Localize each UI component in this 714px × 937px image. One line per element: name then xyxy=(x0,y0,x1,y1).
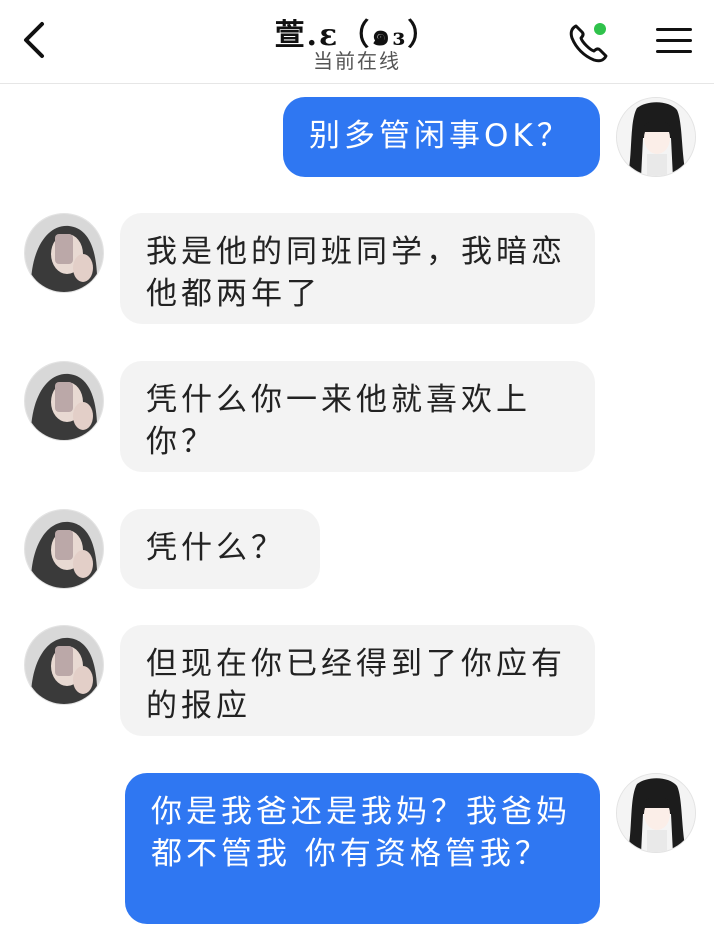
girl-photo-avatar-icon xyxy=(25,214,103,292)
message-text: 我是他的同班同学，我暗恋他都两年了 xyxy=(146,234,566,312)
online-indicator-icon xyxy=(594,23,606,35)
girl-photo-avatar-icon xyxy=(25,626,103,704)
message-text: 凭什么？ xyxy=(146,530,286,566)
contact-avatar[interactable] xyxy=(24,509,104,589)
message-bubble-incoming[interactable]: 我是他的同班同学，我暗恋他都两年了 xyxy=(120,213,595,324)
menu-icon[interactable] xyxy=(656,26,694,56)
contact-avatar[interactable] xyxy=(24,361,104,441)
chat-header: 萱.ε（๑₃） 当前在线 xyxy=(0,0,714,84)
contact-avatar[interactable] xyxy=(24,213,104,293)
message-bubble-outgoing[interactable]: 别多管闲事OK？ xyxy=(283,97,600,177)
anime-girl-avatar-icon xyxy=(617,98,695,176)
message-text: 你是我爸还是我妈？我爸妈都不管我 你有资格管我？ xyxy=(151,794,571,872)
message-bubble-incoming[interactable]: 凭什么？ xyxy=(120,509,320,589)
message-bubble-incoming[interactable]: 凭什么你一来他就喜欢上你？ xyxy=(120,361,595,472)
anime-girl-avatar-icon xyxy=(617,774,695,852)
message-bubble-incoming[interactable]: 但现在你已经得到了你应有的报应 xyxy=(120,625,595,736)
my-avatar[interactable] xyxy=(616,773,696,853)
my-avatar[interactable] xyxy=(616,97,696,177)
message-text: 别多管闲事OK？ xyxy=(309,118,572,154)
girl-photo-avatar-icon xyxy=(25,510,103,588)
message-bubble-outgoing[interactable]: 你是我爸还是我妈？我爸妈都不管我 你有资格管我？ xyxy=(125,773,600,924)
girl-photo-avatar-icon xyxy=(25,362,103,440)
contact-avatar[interactable] xyxy=(24,625,104,705)
message-text: 但现在你已经得到了你应有的报应 xyxy=(146,646,566,724)
message-text: 凭什么你一来他就喜欢上你？ xyxy=(146,382,531,460)
